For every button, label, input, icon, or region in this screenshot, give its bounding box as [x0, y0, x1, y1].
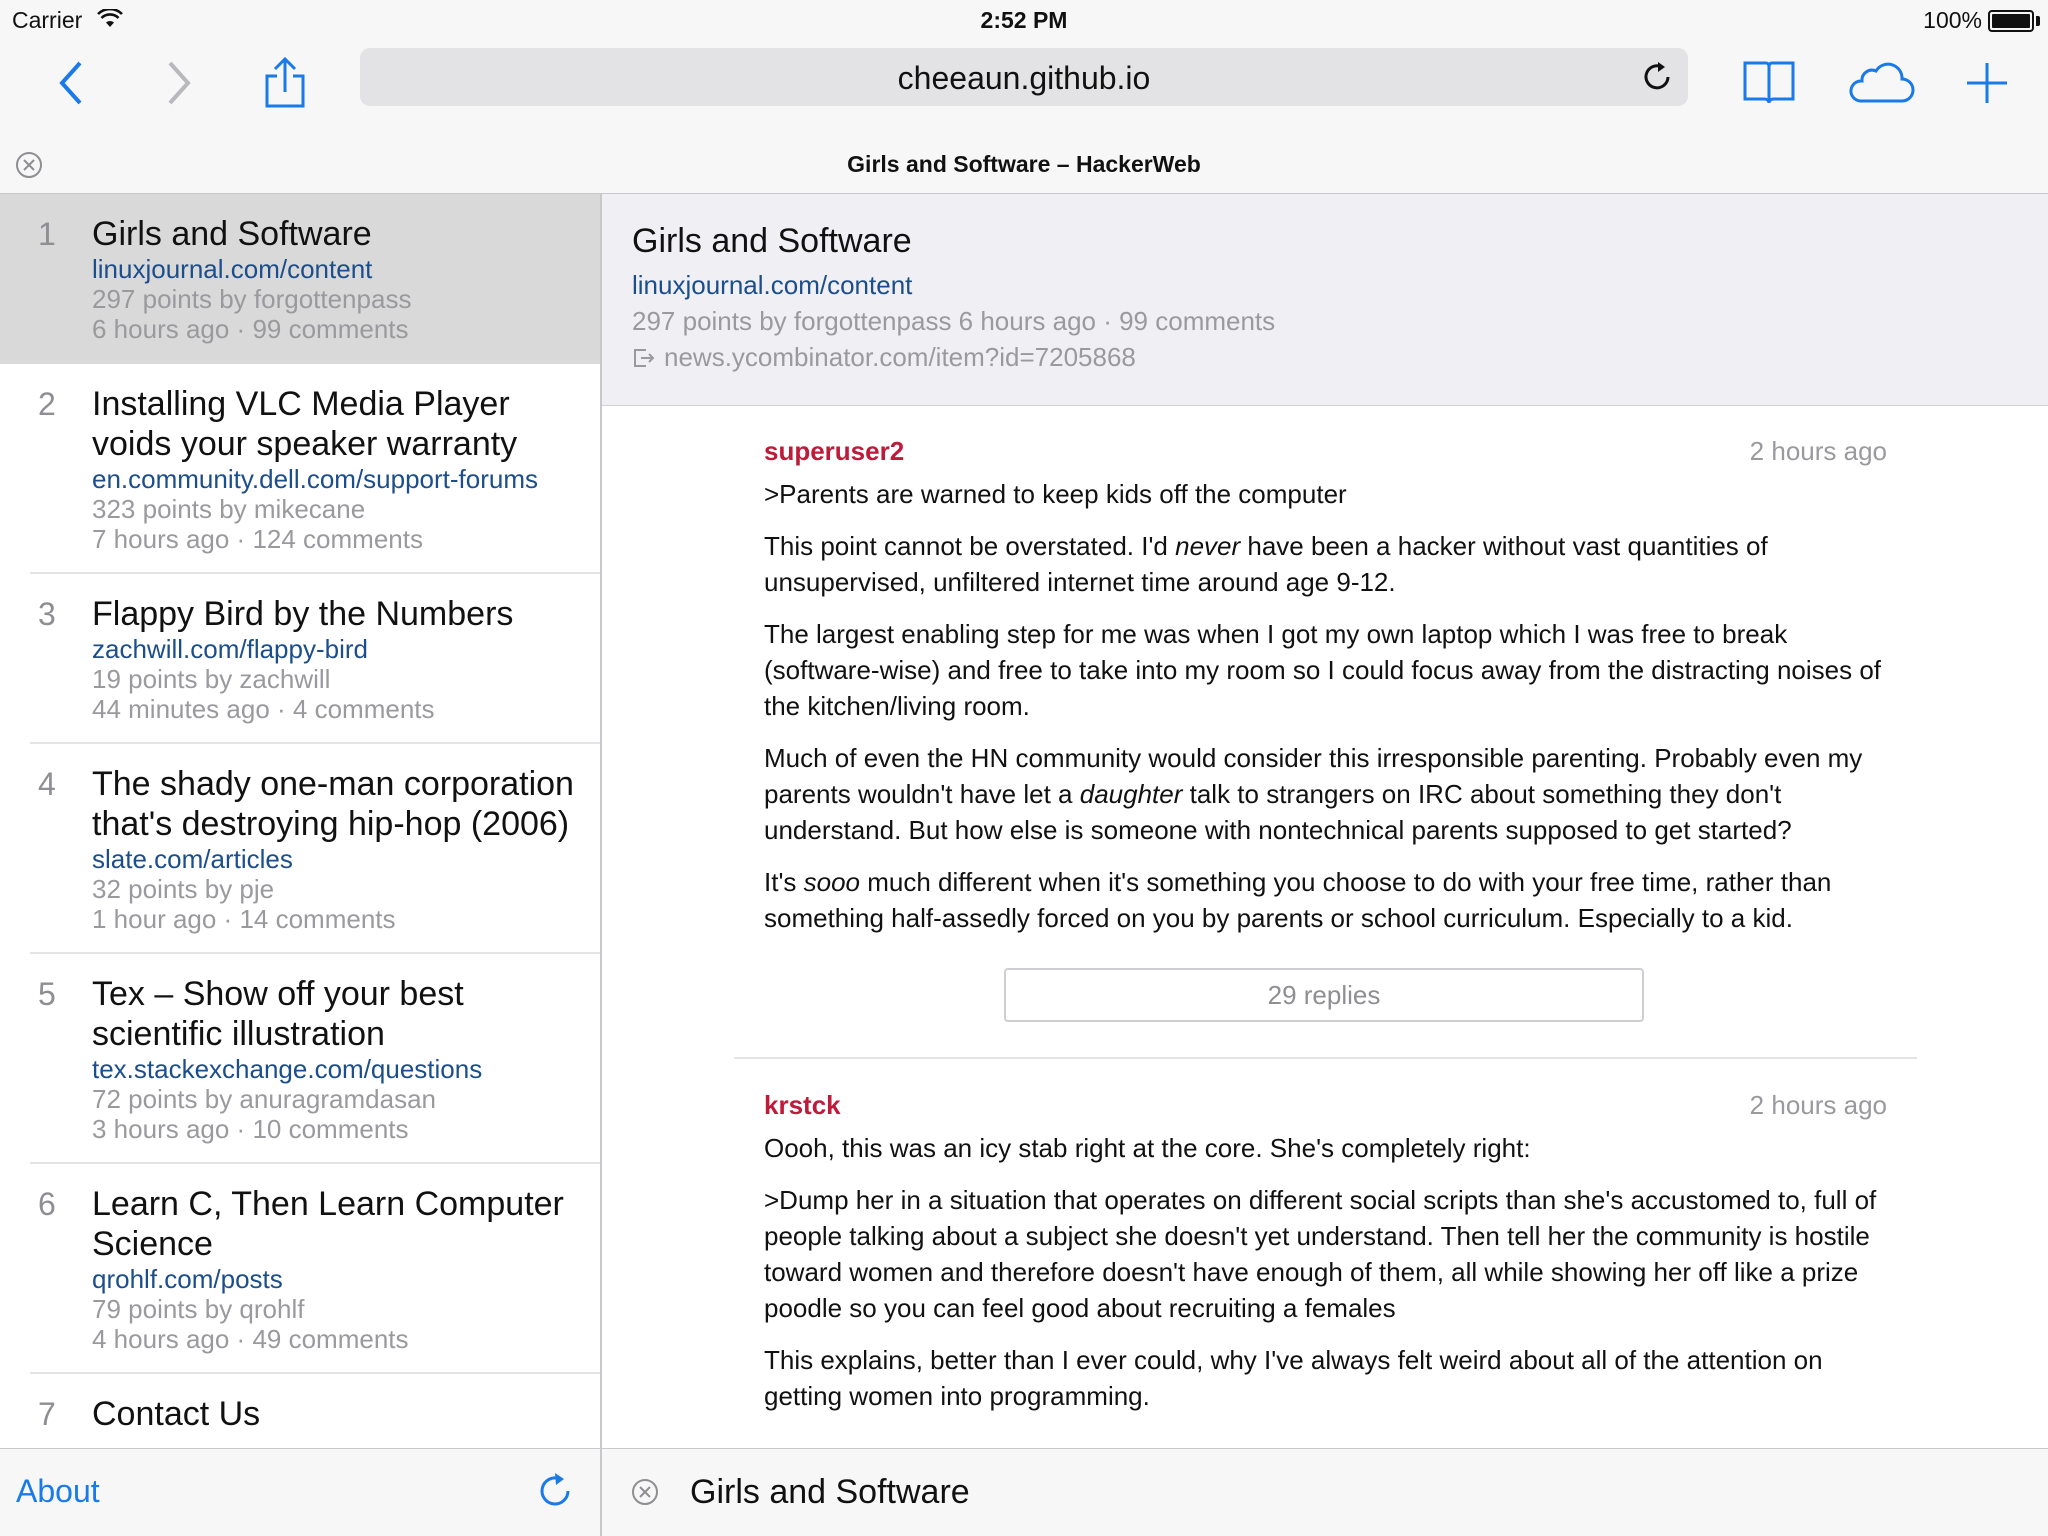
- plus-icon: [1967, 63, 2007, 103]
- story-number: 7: [38, 1396, 56, 1432]
- story-points: 32 points by pje: [92, 874, 275, 904]
- story-item[interactable]: 3 Flappy Bird by the Numbers zachwill.co…: [0, 574, 601, 744]
- detail-meta: 297 points by forgottenpass 6 hours ago …: [632, 306, 1276, 336]
- story-title: The shady one-man corporation that's des…: [92, 765, 574, 843]
- story-item[interactable]: 4 The shady one-man corporation that's d…: [0, 744, 601, 954]
- status-time: 2:52 PM: [980, 7, 1068, 33]
- reload-icon[interactable]: [1640, 60, 1674, 94]
- forward-button[interactable]: [144, 48, 214, 118]
- external-link-icon: [634, 348, 655, 367]
- comment-time: 2 hours ago: [1749, 1090, 1887, 1120]
- story-number: 4: [38, 766, 56, 802]
- story-title: Installing VLC Media Player voids your s…: [92, 385, 518, 463]
- comment-body: Oooh, this was an icy stab right at the …: [764, 1130, 1887, 1430]
- story-points: 19 points by zachwill: [92, 664, 331, 694]
- book-icon: [1743, 61, 1795, 104]
- story-title: Contact Us: [92, 1395, 261, 1433]
- address-bar[interactable]: cheeaun.github.io: [360, 48, 1688, 106]
- comment-author[interactable]: superuser2: [764, 436, 904, 467]
- detail-domain-link[interactable]: linuxjournal.com/content: [632, 270, 912, 301]
- comment-author[interactable]: krstck: [764, 1090, 841, 1121]
- story-comments: 4 comments: [292, 694, 435, 724]
- story-title: Girls and Software: [92, 215, 372, 253]
- comment-paragraph: This point cannot be overstated. I'd nev…: [764, 531, 1768, 597]
- comment-divider: [734, 1057, 1917, 1059]
- story-time: 3 hours ago: [92, 1114, 230, 1144]
- detail-title: Girls and Software: [632, 222, 912, 260]
- replies-button[interactable]: 29 replies: [1004, 968, 1644, 1022]
- cloud-icon: [1849, 62, 1915, 103]
- story-time: 4 hours ago: [92, 1324, 230, 1354]
- browser-toolbar: cheeaun.github.io: [0, 40, 2048, 140]
- story-time: 44 minutes ago: [92, 694, 270, 724]
- about-link[interactable]: About: [16, 1473, 100, 1510]
- tab-bar: Girls and Software – HackerWeb: [0, 140, 2048, 194]
- story-number: 5: [38, 976, 56, 1012]
- story-title: Flappy Bird by the Numbers: [92, 595, 514, 633]
- tab-title: Girls and Software – HackerWeb: [847, 151, 1201, 177]
- story-domain: en.community.dell.com/support-forums: [92, 464, 539, 494]
- story-comments: 124 comments: [252, 524, 423, 554]
- story-list[interactable]: 1 Girls and Software linuxjournal.com/co…: [0, 194, 601, 1448]
- story-comments: 10 comments: [252, 1114, 409, 1144]
- hn-link-text: news.ycombinator.com/item?id=7205868: [664, 342, 1136, 372]
- comment-paragraph: The largest enabling step for me was whe…: [764, 619, 1882, 721]
- story-item[interactable]: 2 Installing VLC Media Player voids your…: [0, 364, 601, 574]
- story-domain: qrohlf.com/posts: [92, 1264, 283, 1294]
- chevron-left-icon: [59, 61, 82, 105]
- detail-footer: Girls and Software: [602, 1448, 2048, 1536]
- story-number: 3: [38, 596, 56, 632]
- close-story-icon[interactable]: [630, 1477, 660, 1507]
- bookmarks-button[interactable]: [1734, 48, 1804, 118]
- comment-paragraph: Much of even the HN community would cons…: [764, 743, 1863, 845]
- story-title: Learn C, Then Learn Computer Science: [92, 1185, 564, 1263]
- battery-icon: [1988, 10, 2034, 32]
- story-comments: 99 comments: [252, 314, 409, 344]
- story-item[interactable]: 6 Learn C, Then Learn Computer Science q…: [0, 1164, 601, 1374]
- comment-paragraph: It's sooo much different when it's somet…: [764, 867, 1832, 933]
- story-points: 323 points by mikecane: [92, 494, 366, 524]
- comment-time: 2 hours ago: [1749, 436, 1887, 466]
- comment-paragraph: Oooh, this was an icy stab right at the …: [764, 1133, 1531, 1163]
- story-comments: 49 comments: [252, 1324, 409, 1354]
- story-points: 79 points by qrohlf: [92, 1294, 305, 1324]
- story-item[interactable]: 1 Girls and Software linuxjournal.com/co…: [0, 194, 601, 364]
- story-time: 1 hour ago: [92, 904, 217, 934]
- story-domain: slate.com/articles: [92, 844, 293, 874]
- story-number: 1: [38, 216, 56, 252]
- story-time: 6 hours ago: [92, 314, 230, 344]
- share-icon: [265, 56, 305, 108]
- story-domain: zachwill.com/flappy-bird: [92, 634, 368, 664]
- comment-body: >Parents are warned to keep kids off the…: [764, 476, 1887, 952]
- hn-link[interactable]: news.ycombinator.com/item?id=7205868: [632, 342, 1136, 373]
- comments-list[interactable]: superuser2 2 hours ago >Parents are warn…: [602, 406, 2048, 1448]
- story-number: 6: [38, 1186, 56, 1222]
- share-button[interactable]: [250, 48, 320, 118]
- battery-nub: [2036, 16, 2040, 26]
- chevron-right-icon: [168, 61, 191, 105]
- story-domain: tex.stackexchange.com/questions: [92, 1054, 483, 1084]
- story-time: 7 hours ago: [92, 524, 230, 554]
- story-item[interactable]: 5 Tex – Show off your best scientific il…: [0, 954, 601, 1164]
- comment-paragraph: >Parents are warned to keep kids off the…: [764, 479, 1347, 509]
- battery-percent: 100%: [1923, 7, 1982, 33]
- footer-story-title: Girls and Software: [690, 1473, 970, 1511]
- story-item[interactable]: 7 Contact Us: [0, 1374, 601, 1448]
- story-points: 72 points by anuragramdasan: [92, 1084, 437, 1114]
- new-tab-button[interactable]: [1952, 48, 2022, 118]
- story-title: Tex – Show off your best scientific illu…: [92, 975, 464, 1053]
- story-number: 2: [38, 386, 56, 422]
- icloud-tabs-button[interactable]: [1846, 48, 1916, 118]
- list-footer: About: [0, 1448, 601, 1536]
- story-comments: 14 comments: [239, 904, 396, 934]
- url-text: cheeaun.github.io: [897, 60, 1151, 96]
- story-detail-header: Girls and Software linuxjournal.com/cont…: [602, 194, 2048, 406]
- back-button[interactable]: [36, 48, 106, 118]
- story-points: 297 points by forgottenpass: [92, 284, 412, 314]
- comment-paragraph: This explains, better than I ever could,…: [764, 1345, 1823, 1411]
- status-bar: Carrier 2:52 PM 100%: [0, 0, 2048, 40]
- comment-paragraph: >Dump her in a situation that operates o…: [764, 1185, 1877, 1323]
- story-domain: linuxjournal.com/content: [92, 254, 373, 284]
- refresh-icon[interactable]: [535, 1471, 575, 1511]
